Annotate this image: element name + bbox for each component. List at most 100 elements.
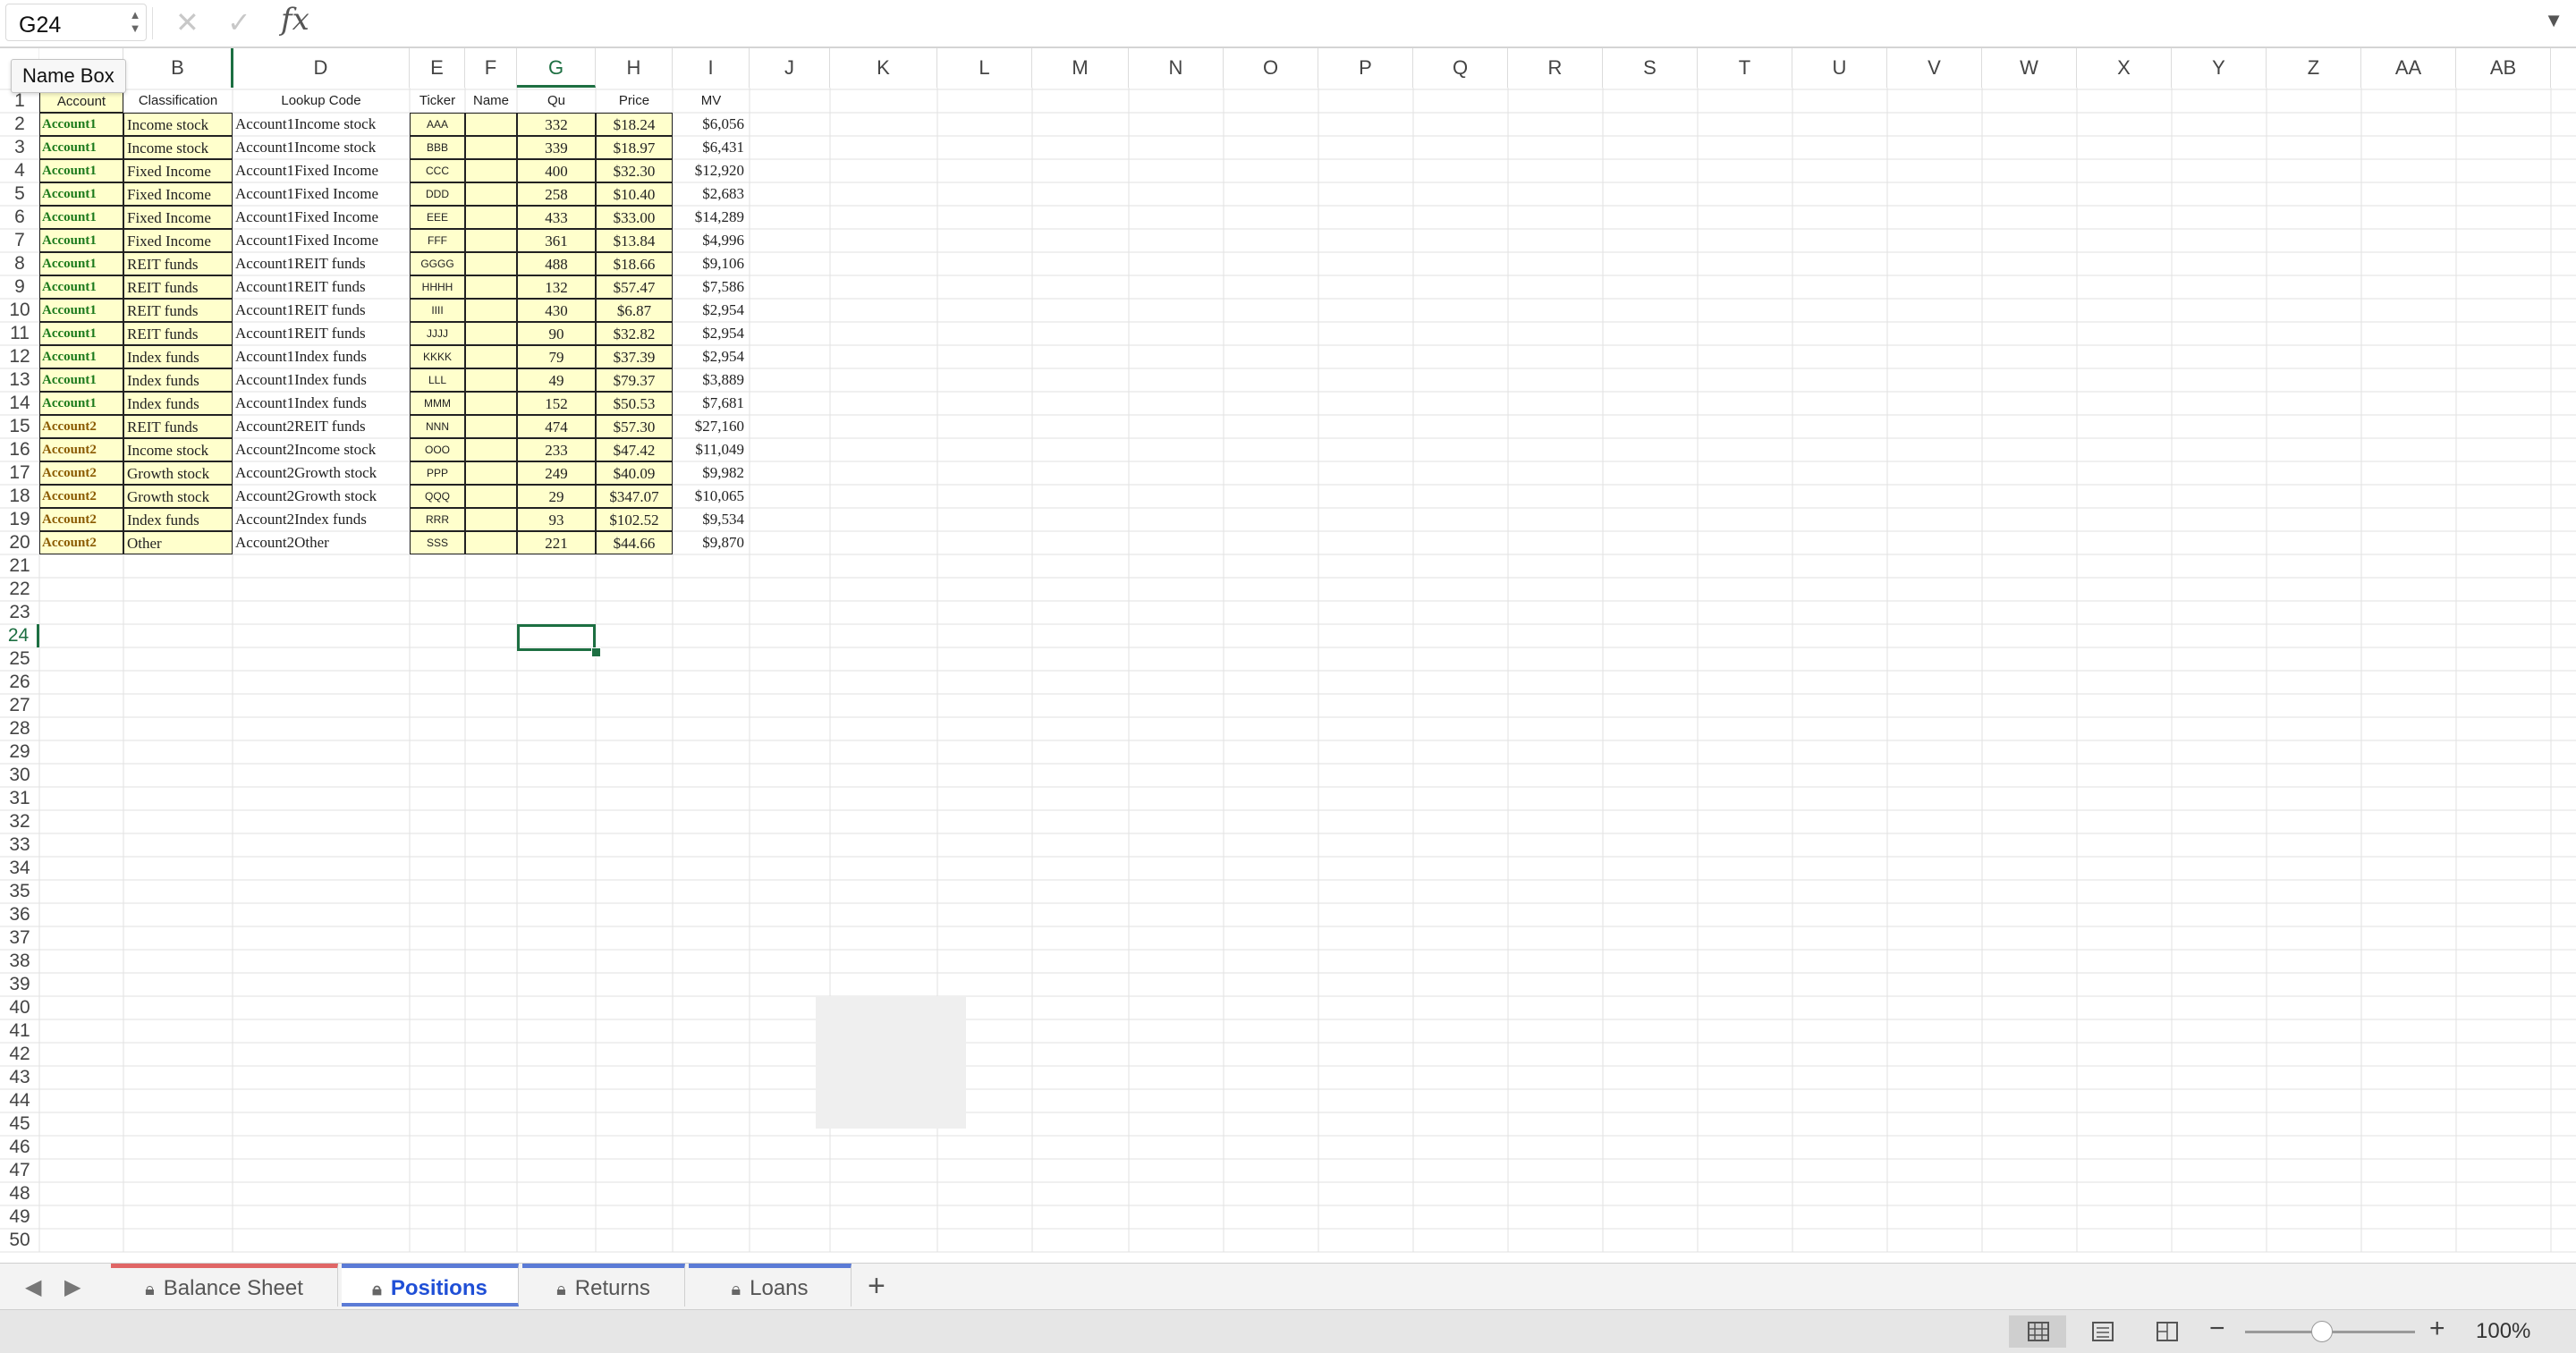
table-cell[interactable]	[465, 415, 517, 438]
row-header-8[interactable]: 8	[0, 252, 39, 275]
row-header-10[interactable]: 10	[0, 299, 39, 322]
row-header-35[interactable]: 35	[0, 880, 39, 903]
table-cell[interactable]: $12,920	[673, 159, 750, 182]
row-header-33[interactable]: 33	[0, 833, 39, 857]
table-header-cell[interactable]: Lookup Code	[233, 89, 410, 113]
table-cell[interactable]: Account1Fixed Income	[233, 206, 410, 229]
row-header-12[interactable]: 12	[0, 345, 39, 368]
table-cell[interactable]: Account2	[39, 508, 123, 531]
table-cell[interactable]: REIT funds	[123, 415, 233, 438]
table-cell[interactable]: HHHH	[410, 275, 465, 299]
row-header-37[interactable]: 37	[0, 926, 39, 950]
table-cell[interactable]: Account2	[39, 531, 123, 554]
row-header-14[interactable]: 14	[0, 392, 39, 415]
table-cell[interactable]: LLL	[410, 368, 465, 392]
table-cell[interactable]: $57.47	[596, 275, 673, 299]
row-header-49[interactable]: 49	[0, 1205, 39, 1229]
table-cell[interactable]: $4,996	[673, 229, 750, 252]
table-cell[interactable]: FFF	[410, 229, 465, 252]
table-cell[interactable]: 430	[517, 299, 596, 322]
row-header-21[interactable]: 21	[0, 554, 39, 578]
table-cell[interactable]: 90	[517, 322, 596, 345]
table-header-cell[interactable]: Classification	[123, 89, 233, 113]
table-cell[interactable]: Account2Index funds	[233, 508, 410, 531]
table-cell[interactable]: Account1	[39, 182, 123, 206]
table-cell[interactable]	[465, 275, 517, 299]
table-cell[interactable]: JJJJ	[410, 322, 465, 345]
table-cell[interactable]: Account1Fixed Income	[233, 159, 410, 182]
table-header-cell[interactable]: Name	[465, 89, 517, 113]
table-cell[interactable]: Account1	[39, 345, 123, 368]
table-cell[interactable]: $32.82	[596, 322, 673, 345]
table-cell[interactable]: 29	[517, 485, 596, 508]
column-header-w[interactable]: W	[1982, 48, 2077, 88]
table-cell[interactable]	[465, 136, 517, 159]
row-header-15[interactable]: 15	[0, 415, 39, 438]
table-cell[interactable]: 361	[517, 229, 596, 252]
row-header-17[interactable]: 17	[0, 461, 39, 485]
table-cell[interactable]: $7,681	[673, 392, 750, 415]
row-header-13[interactable]: 13	[0, 368, 39, 392]
table-cell[interactable]: Account1REIT funds	[233, 252, 410, 275]
table-cell[interactable]: CCC	[410, 159, 465, 182]
table-cell[interactable]: Account1REIT funds	[233, 275, 410, 299]
table-cell[interactable]: REIT funds	[123, 299, 233, 322]
row-header-26[interactable]: 26	[0, 671, 39, 694]
table-cell[interactable]: SSS	[410, 531, 465, 554]
spreadsheet-grid[interactable]: ABDEFGHIJKLMNOPQRSTUVWXYZAAABAC 12345678…	[0, 48, 2576, 1263]
table-cell[interactable]: EEE	[410, 206, 465, 229]
table-cell[interactable]: Income stock	[123, 113, 233, 136]
column-header-u[interactable]: U	[1792, 48, 1887, 88]
table-cell[interactable]: $79.37	[596, 368, 673, 392]
table-cell[interactable]: $50.53	[596, 392, 673, 415]
table-cell[interactable]: 221	[517, 531, 596, 554]
table-cell[interactable]: Index funds	[123, 508, 233, 531]
table-cell[interactable]	[465, 159, 517, 182]
table-cell[interactable]: $18.66	[596, 252, 673, 275]
column-header-ac[interactable]: AC	[2551, 48, 2576, 88]
table-cell[interactable]: Account1	[39, 368, 123, 392]
normal-view-icon[interactable]	[2009, 1315, 2066, 1348]
table-cell[interactable]	[465, 368, 517, 392]
table-cell[interactable]: $2,954	[673, 345, 750, 368]
column-header-v[interactable]: V	[1887, 48, 1982, 88]
table-cell[interactable]: $6.87	[596, 299, 673, 322]
row-header-9[interactable]: 9	[0, 275, 39, 299]
table-cell[interactable]: Account2Other	[233, 531, 410, 554]
table-cell[interactable]: Growth stock	[123, 461, 233, 485]
table-cell[interactable]	[465, 345, 517, 368]
row-header-20[interactable]: 20	[0, 531, 39, 554]
table-cell[interactable]: $37.39	[596, 345, 673, 368]
table-cell[interactable]: $18.97	[596, 136, 673, 159]
table-cell[interactable]: 488	[517, 252, 596, 275]
table-cell[interactable]: KKKK	[410, 345, 465, 368]
table-cell[interactable]: Account1Fixed Income	[233, 182, 410, 206]
table-cell[interactable]: PPP	[410, 461, 465, 485]
zoom-out-button[interactable]: −	[2209, 1314, 2225, 1344]
sheet-tab-positions[interactable]: 🔒︎ Positions	[342, 1264, 519, 1306]
x-icon[interactable]: ✕	[175, 5, 199, 39]
table-cell[interactable]: $9,534	[673, 508, 750, 531]
table-cell[interactable]	[465, 531, 517, 554]
table-cell[interactable]: Account1Fixed Income	[233, 229, 410, 252]
table-cell[interactable]: Account1Income stock	[233, 136, 410, 159]
row-header-38[interactable]: 38	[0, 950, 39, 973]
column-header-g[interactable]: G	[517, 48, 596, 88]
table-header-cell[interactable]: Qu	[517, 89, 596, 113]
table-cell[interactable]: Index funds	[123, 392, 233, 415]
column-header-l[interactable]: L	[937, 48, 1032, 88]
row-header-5[interactable]: 5	[0, 182, 39, 206]
row-header-28[interactable]: 28	[0, 717, 39, 740]
row-header-30[interactable]: 30	[0, 764, 39, 787]
table-cell[interactable]: Account1	[39, 252, 123, 275]
table-cell[interactable]: GGGG	[410, 252, 465, 275]
column-header-ab[interactable]: AB	[2456, 48, 2551, 88]
table-cell[interactable]: 152	[517, 392, 596, 415]
table-cell[interactable]: 433	[517, 206, 596, 229]
table-cell[interactable]: Account1	[39, 275, 123, 299]
fill-handle[interactable]	[591, 647, 601, 657]
table-cell[interactable]	[465, 206, 517, 229]
row-header-6[interactable]: 6	[0, 206, 39, 229]
table-cell[interactable]: 332	[517, 113, 596, 136]
table-cell[interactable]: Index funds	[123, 368, 233, 392]
